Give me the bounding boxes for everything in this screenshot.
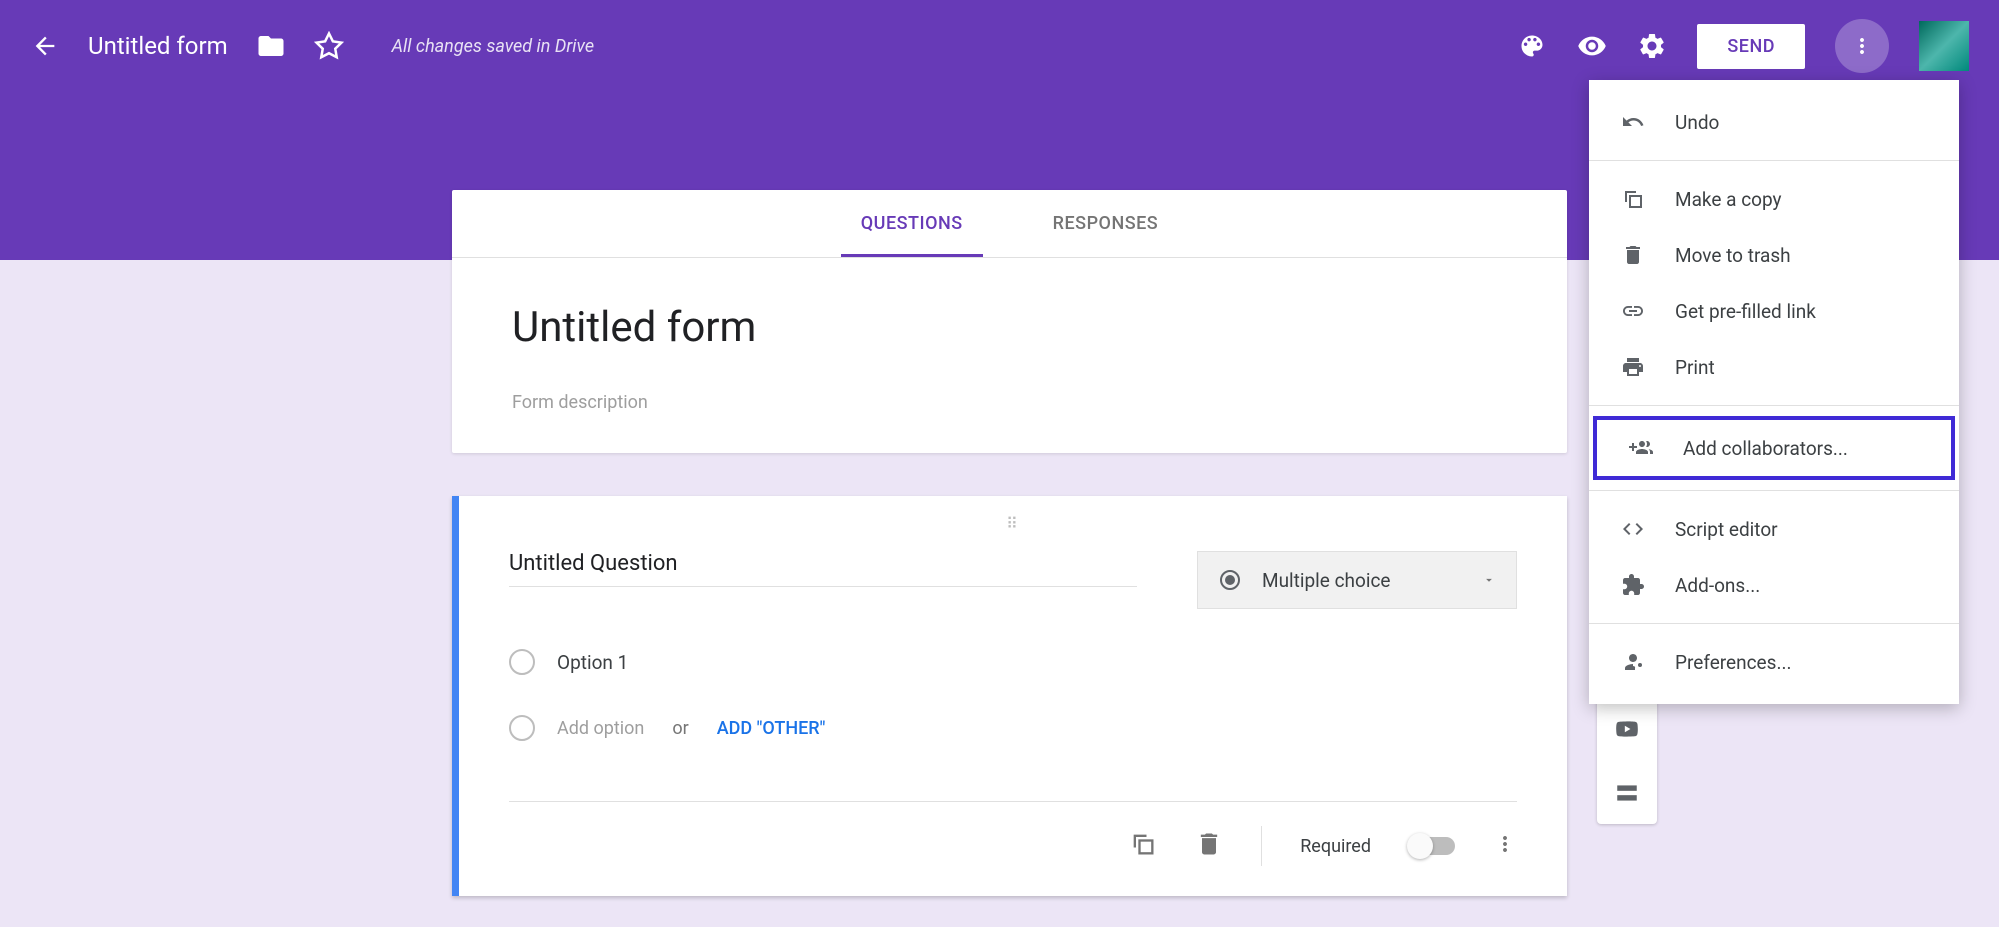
radio-icon [509,649,535,675]
drag-handle-icon[interactable]: ⠿ [509,506,1517,541]
menu-separator [1589,405,1959,406]
menu-separator [1589,623,1959,624]
question-type-select[interactable]: Multiple choice [1197,551,1517,609]
option-row-1: Option 1 [509,649,1517,675]
question-type-label: Multiple choice [1262,569,1462,592]
menu-print-label: Print [1675,356,1715,379]
undo-icon [1619,110,1647,134]
folder-icon[interactable] [256,31,286,61]
topbar: Untitled form All changes saved in Drive… [0,0,1999,92]
menu-separator [1589,490,1959,491]
menu-collaborators[interactable]: Add collaborators... [1597,420,1951,476]
menu-trash-label: Move to trash [1675,244,1791,267]
palette-icon[interactable] [1517,31,1547,61]
preview-icon[interactable] [1577,31,1607,61]
menu-script-label: Script editor [1675,518,1778,541]
send-button[interactable]: SEND [1697,24,1805,69]
link-icon [1619,299,1647,323]
question-title-input[interactable]: Untitled Question [509,551,1137,587]
menu-addons-label: Add-ons... [1675,574,1760,597]
menu-undo[interactable]: Undo [1589,94,1959,150]
more-dropdown: Undo Make a copy Move to trash Get pre-f… [1589,80,1959,704]
settings-icon[interactable] [1637,31,1667,61]
topbar-right: SEND [1517,19,1969,73]
form-title-input[interactable]: Untitled form [512,303,1507,352]
menu-copy[interactable]: Make a copy [1589,171,1959,227]
menu-separator [1589,160,1959,161]
copy-icon [1619,187,1647,211]
menu-prefs-label: Preferences... [1675,651,1791,674]
chevron-down-icon [1482,573,1496,587]
form-title-header[interactable]: Untitled form [88,32,228,60]
more-menu-button[interactable] [1835,19,1889,73]
form-description-input[interactable]: Form description [512,392,1507,413]
menu-addons[interactable]: Add-ons... [1589,557,1959,613]
tab-questions[interactable]: QUESTIONS [851,191,973,256]
menu-script[interactable]: Script editor [1589,501,1959,557]
highlight-annotation: Add collaborators... [1593,416,1955,480]
topbar-left: Untitled form All changes saved in Drive [30,31,594,61]
tabs: QUESTIONS RESPONSES [452,190,1567,258]
code-icon [1619,517,1647,541]
question-card: ⠿ Untitled Question Multiple choice Opti… [452,496,1567,896]
menu-collab-label: Add collaborators... [1683,437,1848,460]
menu-prefill-label: Get pre-filled link [1675,300,1816,323]
add-section-icon[interactable] [1614,780,1640,810]
add-option-button[interactable]: Add option [557,718,644,739]
person-settings-icon [1619,650,1647,674]
menu-print[interactable]: Print [1589,339,1959,395]
menu-undo-label: Undo [1675,111,1719,134]
add-option-row: Add option or ADD "OTHER" [509,715,1517,741]
menu-prefill[interactable]: Get pre-filled link [1589,283,1959,339]
menu-trash[interactable]: Move to trash [1589,227,1959,283]
option-1-input[interactable]: Option 1 [557,651,628,674]
required-label: Required [1300,836,1371,857]
divider [1261,826,1262,866]
add-other-button[interactable]: ADD "OTHER" [717,718,826,739]
back-icon[interactable] [30,31,60,61]
save-status: All changes saved in Drive [392,36,594,57]
required-toggle[interactable] [1409,837,1455,855]
tab-responses[interactable]: RESPONSES [1043,191,1169,256]
menu-preferences[interactable]: Preferences... [1589,634,1959,690]
collaborators-icon [1627,436,1655,460]
menu-copy-label: Make a copy [1675,188,1782,211]
trash-icon [1619,243,1647,267]
question-footer: Required [509,801,1517,866]
question-more-icon[interactable] [1493,832,1517,860]
add-video-icon[interactable] [1614,716,1640,746]
form-header-card: QUESTIONS RESPONSES Untitled form Form d… [452,190,1567,453]
avatar[interactable] [1919,21,1969,71]
print-icon [1619,355,1647,379]
star-icon[interactable] [314,31,344,61]
extension-icon [1619,573,1647,597]
delete-icon[interactable] [1195,830,1223,862]
title-section: Untitled form Form description [452,258,1567,453]
or-text: or [672,718,688,739]
duplicate-icon[interactable] [1129,830,1157,862]
radio-icon [509,715,535,741]
